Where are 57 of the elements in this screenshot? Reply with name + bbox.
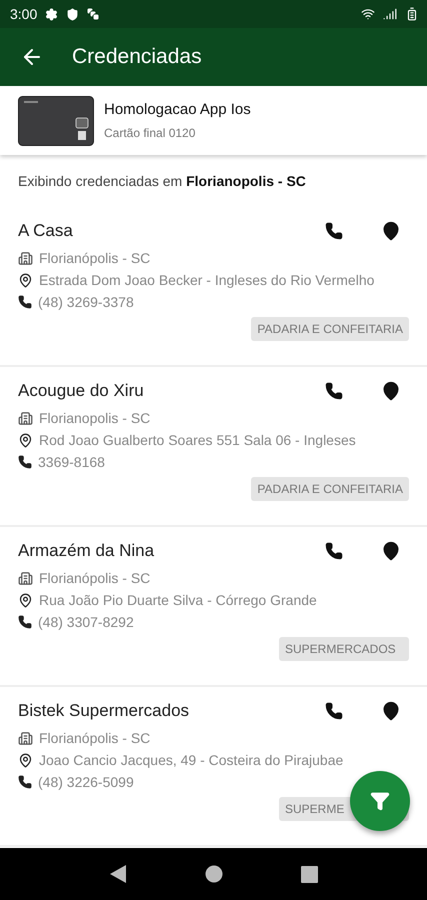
recents-nav-button[interactable] (301, 866, 318, 882)
category-tag: PADARIA E CONFEITARIA (251, 477, 409, 501)
status-time: 3:00 (10, 6, 38, 22)
category-tag: PADARIA E CONFEITARIA (251, 317, 409, 341)
city-text: Florianopolis - SC (39, 410, 150, 426)
home-nav-button[interactable] (205, 865, 223, 883)
phone-text: 3369-8168 (38, 454, 105, 470)
call-button[interactable] (325, 542, 343, 560)
establishment-card[interactable]: Armazém da Nina Florianópolis - SC Rua João Pio Duarte Silva - Córrego Grande (48) 3307-8292 SUPERMERCADOS (0, 527, 427, 687)
gear-icon (45, 8, 58, 20)
phone-icon (18, 455, 32, 469)
city-text: Florianópolis - SC (39, 570, 150, 586)
pin-icon (18, 432, 33, 448)
location-info: Exibindo credenciadas em Florianopolis - SC (17, 172, 307, 191)
phone-icon (18, 295, 32, 309)
building-icon (18, 570, 33, 586)
screen-title: Credenciadas (72, 45, 202, 69)
pin-icon (18, 272, 33, 288)
phone-text: (48) 3269-3378 (38, 294, 134, 310)
map-button[interactable] (381, 381, 401, 401)
establishment-name: A Casa (18, 221, 74, 241)
establishment-card[interactable]: A Casa Florianópolis - SC Estrada Dom Joao Becker - Ingleses do Rio Vermelho (48) 3269-3378 PADARIA E CONFEITARIA (0, 207, 427, 367)
phone-text: (48) 3307-8292 (38, 614, 134, 630)
card-name: Homologacao App Ios (104, 101, 251, 118)
establishment-name: Bistek Supermercados (18, 701, 190, 721)
city-text: Florianópolis - SC (39, 250, 150, 266)
establishment-name: Armazém da Nina (18, 541, 156, 561)
filter-icon (370, 791, 390, 811)
back-nav-button[interactable] (109, 864, 127, 884)
establishment-card[interactable]: Acougue do Xiru Florianopolis - SC Rod Joao Gualberto Soares 551 Sala 06 - Ingleses 3369-8168 PADARIA E CONFEITARIA (0, 367, 427, 527)
building-icon (18, 410, 33, 426)
phone-icon (18, 615, 32, 629)
phone-icon (18, 775, 32, 789)
category-tag: SUPERMERCADOS (279, 637, 409, 661)
map-button[interactable] (381, 701, 401, 721)
address-text: Joao Cancio Jacques, 49 - Costeira do Pirajubae (39, 752, 344, 768)
card-number: Cartão final 0120 (104, 126, 196, 140)
pin-icon (18, 752, 33, 768)
call-button[interactable] (325, 382, 343, 400)
signal-icon (383, 7, 397, 21)
city-text: Florianópolis - SC (39, 730, 150, 746)
shield-icon (66, 8, 80, 20)
call-button[interactable] (325, 222, 343, 240)
call-button[interactable] (325, 702, 343, 720)
wifi-icon (361, 7, 375, 21)
address-text: Rod Joao Gualberto Soares 551 Sala 06 - Ingleses (39, 432, 356, 448)
establishment-name: Acougue do Xiru (18, 381, 145, 401)
map-button[interactable] (381, 221, 401, 241)
building-icon (18, 250, 33, 266)
address-text: Estrada Dom Joao Becker - Ingleses do Rio Vermelho (39, 272, 374, 288)
map-button[interactable] (381, 541, 401, 561)
pin-icon (18, 592, 33, 608)
phone-text: (48) 3226-5099 (38, 774, 134, 790)
filter-button[interactable] (350, 771, 410, 831)
address-text: Rua João Pio Duarte Silva - Córrego Grande (39, 592, 317, 608)
building-icon (18, 730, 33, 746)
battery-icon (405, 7, 419, 21)
